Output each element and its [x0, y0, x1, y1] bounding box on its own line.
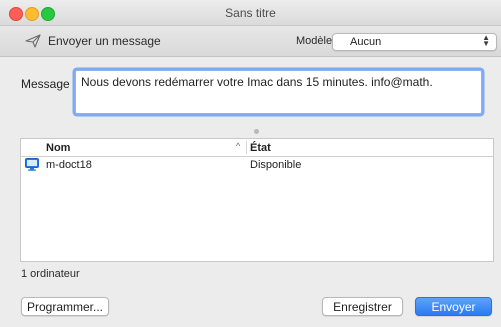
column-divider: [246, 141, 247, 154]
sort-ascending-icon[interactable]: ^: [236, 141, 240, 151]
table-row[interactable]: m-doct18 Disponible: [21, 157, 493, 173]
schedule-button[interactable]: Programmer...: [21, 297, 109, 316]
window-title: Sans titre: [225, 6, 276, 20]
computer-count: 1 ordinateur: [21, 268, 80, 280]
computer-state-cell: Disponible: [250, 159, 302, 171]
title-bar: Sans titre: [0, 0, 501, 26]
save-button[interactable]: Enregistrer: [322, 297, 403, 316]
template-select[interactable]: Aucun ▲ ▼: [332, 33, 497, 51]
column-header-state[interactable]: État: [250, 142, 271, 154]
computer-list: Nom ^ État m-doct18 Disponible: [20, 138, 494, 262]
toolbar: Envoyer un message Modèle : Aucun ▲ ▼: [0, 26, 501, 57]
send-button[interactable]: Envoyer: [415, 297, 492, 316]
message-field[interactable]: [75, 70, 482, 114]
message-label: Message :: [21, 77, 77, 91]
template-select-value: Aucun: [350, 36, 382, 48]
column-header-name[interactable]: Nom: [46, 142, 70, 154]
split-view-handle[interactable]: [254, 129, 259, 134]
chevron-updown-icon: ▲ ▼: [482, 33, 490, 48]
table-header: Nom ^ État: [21, 139, 493, 157]
computer-icon: [25, 158, 39, 171]
paper-plane-icon: [25, 34, 41, 48]
send-message-window: Sans titre Envoyer un message Modèle : A…: [0, 0, 501, 327]
toolbar-title: Envoyer un message: [48, 34, 161, 48]
computer-name-cell: m-doct18: [46, 159, 92, 171]
